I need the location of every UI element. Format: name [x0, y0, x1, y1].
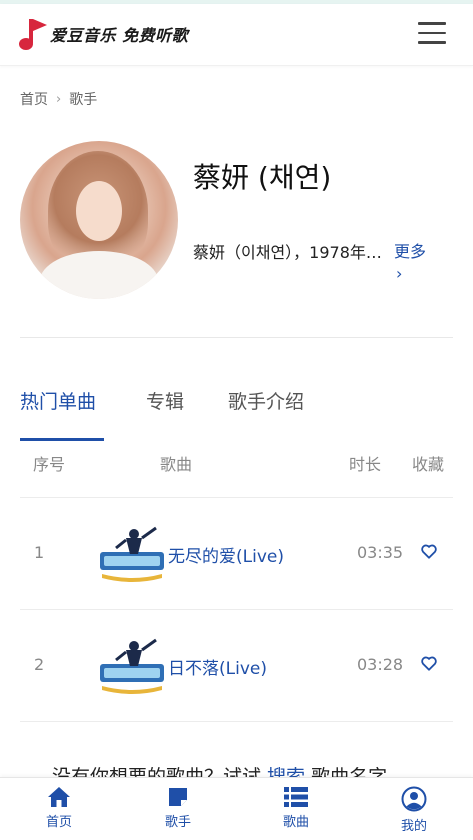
header-favorite: 收藏 [412, 455, 445, 474]
content-tabs: 热门单曲 专辑 歌手介绍 [20, 387, 453, 441]
tab-albums[interactable]: 专辑 [146, 387, 184, 414]
song-index: 1 [34, 543, 45, 562]
chevron-right-icon[interactable]: › [396, 264, 402, 283]
home-icon [48, 787, 70, 807]
nav-home-label: 首页 [45, 815, 72, 830]
music-note-logo-icon [19, 19, 47, 50]
breadcrumb-home-link[interactable]: 首页 [20, 89, 48, 109]
song-cover-thumbnail[interactable] [96, 636, 168, 696]
singer-icon [169, 788, 187, 806]
artist-intro: 蔡妍（이채연），1978年生，韩国女歌手 [193, 243, 383, 262]
nav-mine-label: 我的 [400, 819, 427, 834]
heart-icon[interactable] [420, 654, 438, 672]
logo-text: 爱豆音乐 免费听歌 [50, 26, 189, 45]
artist-name: 蔡妍 (채연) [193, 161, 332, 194]
nav-mine[interactable]: 我的 [374, 786, 454, 834]
nav-songs-label: 歌曲 [282, 815, 309, 830]
heart-icon[interactable] [420, 542, 438, 560]
nav-songs[interactable]: 歌曲 [256, 786, 336, 830]
hamburger-menu-icon[interactable] [418, 22, 446, 46]
app-header: 爱豆音乐 免费听歌 [0, 4, 473, 66]
song-title-link[interactable]: 无尽的爱(Live) [168, 542, 284, 567]
list-icon [284, 787, 308, 807]
song-duration: 03:35 [357, 543, 404, 562]
tab-artist-intro[interactable]: 歌手介绍 [228, 387, 304, 414]
user-icon [401, 786, 427, 812]
header-duration: 时长 [349, 455, 382, 474]
site-logo[interactable]: 爱豆音乐 免费听歌 [18, 16, 188, 52]
active-tab-indicator [20, 438, 104, 441]
song-duration: 03:28 [357, 655, 404, 674]
section-divider [20, 337, 453, 338]
nav-singer[interactable]: 歌手 [138, 786, 218, 830]
table-divider [20, 721, 453, 722]
table-header: 序号 歌曲 时长 收藏 [20, 451, 453, 491]
breadcrumb-separator-icon: › [56, 91, 62, 107]
table-row[interactable]: 2 日不落(Live) 03:28 [20, 609, 453, 721]
breadcrumb: 首页 › 歌手 [20, 89, 97, 109]
table-row[interactable]: 1 无尽的爱(Live) 03:35 [20, 497, 453, 609]
breadcrumb-current: 歌手 [69, 92, 98, 108]
song-index: 2 [34, 655, 45, 674]
more-link[interactable]: 更多 [394, 238, 426, 262]
song-cover-thumbnail[interactable] [96, 524, 168, 584]
bottom-navigation: 首页 歌手 歌曲 我的 [0, 777, 473, 840]
header-index: 序号 [33, 455, 66, 474]
nav-singer-label: 歌手 [164, 815, 191, 830]
tab-hot-singles[interactable]: 热门单曲 [20, 387, 96, 414]
nav-home[interactable]: 首页 [19, 786, 99, 830]
header-song: 歌曲 [160, 455, 193, 474]
song-title-link[interactable]: 日不落(Live) [168, 654, 267, 679]
artist-avatar [20, 141, 178, 299]
